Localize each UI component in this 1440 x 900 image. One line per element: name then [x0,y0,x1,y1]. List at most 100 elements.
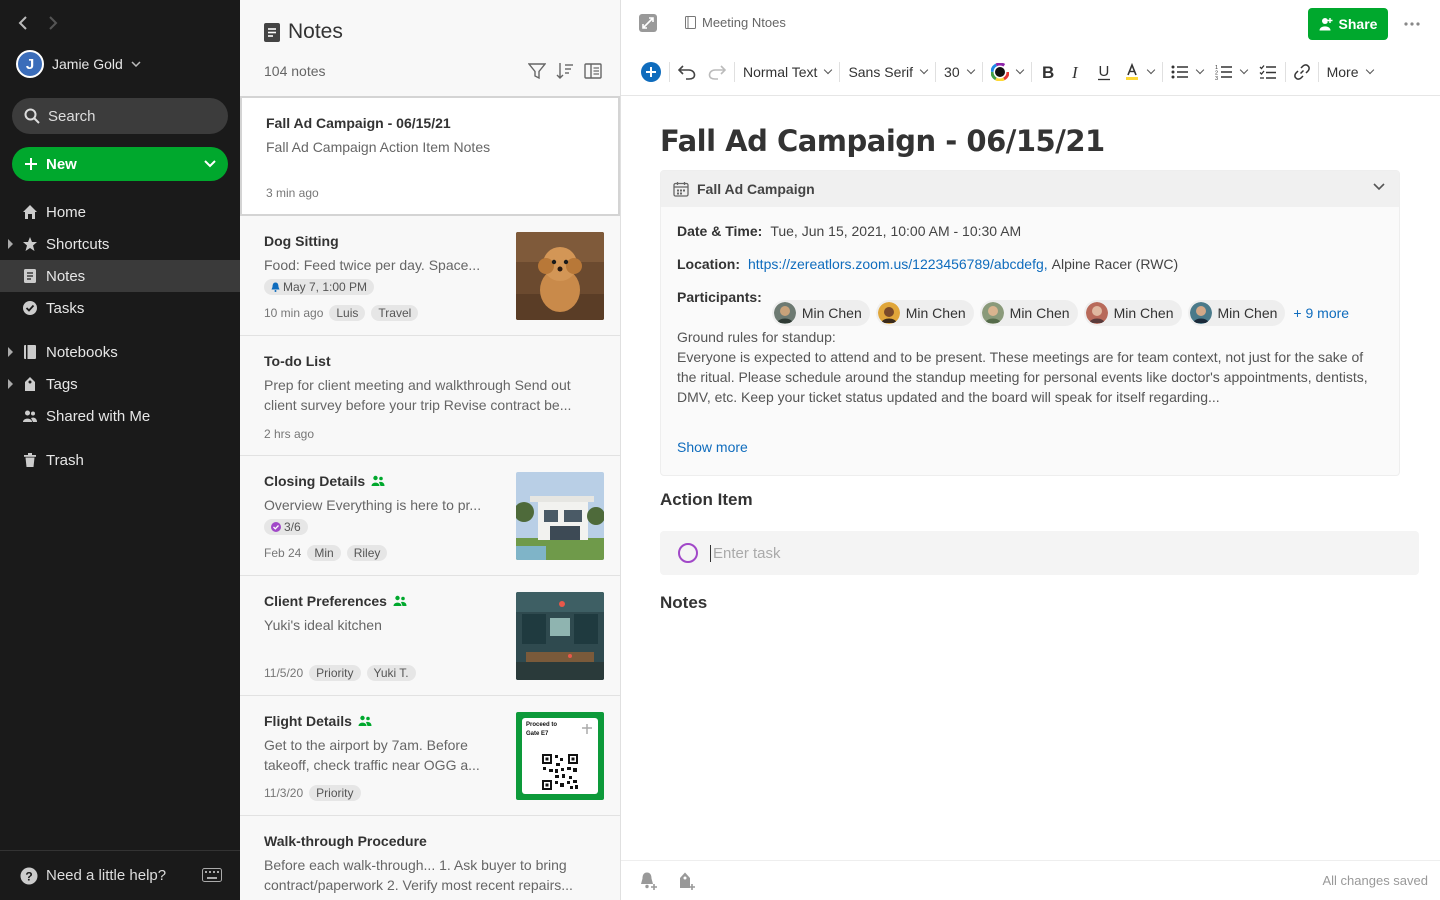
sidebar-item-tasks[interactable]: Tasks [0,292,240,324]
sidebar-item-notebooks[interactable]: Notebooks [0,336,240,368]
add-reminder-icon[interactable] [639,871,659,891]
numbered-list-dropdown[interactable]: 123 [1209,57,1253,87]
sidebar-item-label: Tasks [46,299,85,317]
italic-icon: I [1071,63,1079,81]
expand-caret-icon[interactable] [8,239,13,249]
add-tag-icon[interactable] [677,871,697,891]
more-participants-link[interactable]: + 9 more [1293,305,1349,321]
share-button[interactable]: Share [1308,8,1388,40]
chevron-down-icon[interactable] [204,155,216,173]
notes-section-heading: Notes [660,593,708,612]
search-input[interactable]: Search [12,98,228,134]
more-options-icon[interactable] [1403,14,1421,34]
font-size-dropdown[interactable]: 30 [938,57,980,87]
sidebar-item-label: Home [46,203,87,221]
note-card[interactable]: Walk-through Procedure Before each walk-… [240,816,620,900]
expand-caret-icon[interactable] [8,347,13,357]
help-link[interactable]: ? Need a little help? [0,850,240,900]
share-label: Share [1338,16,1378,32]
tag-chip[interactable]: Luis [329,305,366,321]
tag-chip[interactable]: Yuki T. [366,665,416,681]
sidebar-item-trash[interactable]: Trash [0,444,240,476]
sidebar-item-shared-with-me[interactable]: Shared with Me [0,400,240,432]
svg-text:?: ? [25,869,32,883]
note-card-snippet: Get to the airport by 7am. Before takeof… [264,737,480,773]
rules-body: Everyone is expected to attend and to be… [677,349,1368,405]
filter-icon[interactable] [528,62,546,80]
sidebar-item-tags[interactable]: Tags [0,368,240,400]
note-list-panel: Notes 104 notes Fall Ad Campaign - 06/15… [240,0,621,900]
italic-button[interactable]: I [1062,57,1090,87]
note-card-snippet: Fall Ad Campaign Action Item Notes [266,139,491,155]
location-link[interactable]: https://zereatlors.zoom.us/1223456789/ab… [748,256,1048,272]
note-card[interactable]: To-do List Prep for client meeting and w… [240,336,620,456]
bullet-list-dropdown[interactable] [1165,57,1209,87]
breadcrumb[interactable]: Meeting Ntoes [685,15,786,30]
note-card[interactable]: Fall Ad Campaign - 06/15/21 Fall Ad Camp… [240,96,620,216]
back-arrow-icon[interactable] [14,12,32,34]
text-color-dropdown[interactable] [985,57,1029,87]
calendar-icon [673,182,689,197]
note-card-snippet: Overview Everything is here to pr... [264,497,482,513]
note-card-title: To-do List [264,353,331,369]
note-card[interactable]: Dog Sitting Food: Feed twice per day. Sp… [240,216,620,336]
checklist-icon [1259,64,1276,79]
link-button[interactable] [1288,57,1316,87]
reminder-badge: May 7, 1:00 PM [264,279,375,295]
chevron-down-icon [824,65,833,75]
underline-button[interactable]: U [1090,57,1118,87]
sort-icon[interactable] [556,62,574,80]
rules-title: Ground rules for standup: [677,329,836,345]
participant-chip[interactable]: Min Chen [875,300,974,326]
note-card[interactable]: Flight Details Get to the airport by 7am… [240,696,620,816]
avatar: J [16,50,44,78]
tag-chip[interactable]: Min [307,545,341,561]
keyboard-icon[interactable] [202,868,222,882]
dog-photo-thumbnail [516,232,604,320]
avatar [877,302,900,324]
expand-icon[interactable] [639,14,657,32]
participant-chip[interactable]: Min Chen [1187,300,1286,326]
chevron-down-icon [1146,65,1155,75]
more-formatting-dropdown[interactable]: More [1321,57,1379,87]
checklist-button[interactable] [1253,57,1283,87]
participant-chip[interactable]: Min Chen [771,300,870,326]
meeting-header[interactable]: Fall Ad Campaign [661,171,1399,207]
expand-caret-icon[interactable] [8,379,13,389]
show-more-link[interactable]: Show more [677,439,748,455]
help-label: Need a little help? [46,867,167,884]
new-button[interactable]: New [12,147,228,181]
tag-chip[interactable]: Riley [346,545,388,561]
tag-chip[interactable]: Travel [371,305,419,321]
shared-people-icon [393,595,407,606]
chevron-down-icon[interactable] [1373,183,1385,191]
tag-chip[interactable]: Priority [309,665,361,681]
check-circle-icon [271,522,281,532]
participant-chip[interactable]: Min Chen [979,300,1078,326]
bold-button[interactable]: B [1034,57,1062,87]
redo-button[interactable] [702,57,732,87]
forward-arrow-icon[interactable] [44,12,62,34]
note-card[interactable]: Client Preferences Yuki's ideal kitchen … [240,576,620,696]
participant-chip[interactable]: Min Chen [1083,300,1182,326]
tag-chip[interactable]: Priority [309,785,361,801]
note-title[interactable]: Fall Ad Campaign - 06/15/21 [660,124,1105,158]
sidebar-item-home[interactable]: Home [0,196,240,228]
view-options-icon[interactable] [584,62,602,80]
task-checkbox[interactable] [678,543,698,563]
note-card-time: Feb 24 [264,546,302,560]
account-switcher[interactable]: J Jamie Gold [16,50,141,78]
font-family-dropdown[interactable]: Sans Serif [842,57,933,87]
task-input[interactable] [710,544,1310,562]
add-person-icon [1319,18,1333,31]
chevron-down-icon [966,65,975,75]
boarding-pass-thumbnail: Proceed to Gate E7 [516,712,604,800]
note-card[interactable]: Closing Details Overview Everything is h… [240,456,620,576]
note-card-meta: 2 hrs ago [264,427,314,441]
sidebar-item-shortcuts[interactable]: Shortcuts [0,228,240,260]
highlight-dropdown[interactable] [1118,57,1160,87]
insert-button[interactable] [635,57,667,87]
undo-button[interactable] [672,57,702,87]
sidebar-item-notes[interactable]: Notes [0,260,240,292]
text-style-dropdown[interactable]: Normal Text [737,57,837,87]
